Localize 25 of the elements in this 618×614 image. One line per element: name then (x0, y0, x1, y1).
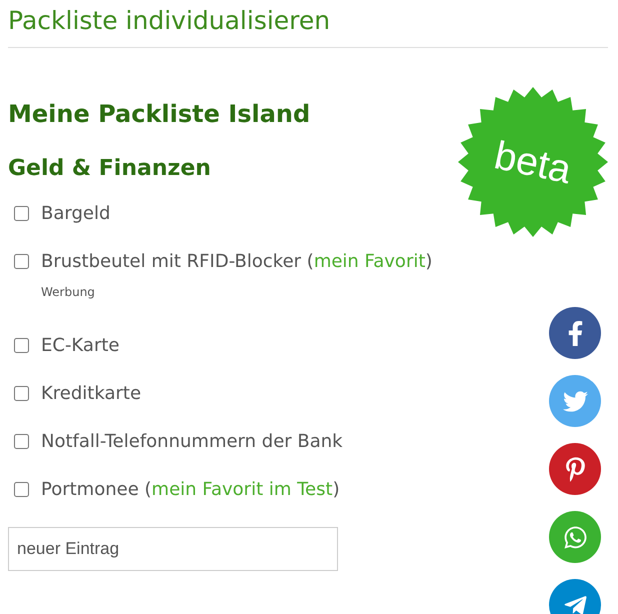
phone-bubble-icon (562, 524, 588, 550)
item-label: Notfall-Telefonnummern der Bank (41, 430, 343, 454)
item-checkbox[interactable] (14, 206, 29, 221)
twitter-share-button[interactable] (549, 375, 601, 427)
category-heading: Geld & Finanzen (8, 156, 212, 181)
favorite-link[interactable]: mein Favorit (314, 251, 426, 272)
item-checkbox[interactable] (14, 482, 29, 497)
facebook-share-button[interactable] (549, 307, 601, 359)
page-title: Packliste individualisieren (8, 0, 608, 48)
item-checkbox[interactable] (14, 254, 29, 269)
item-label: Kreditkarte (41, 382, 142, 406)
favorite-link[interactable]: mein Favorit im Test (152, 479, 333, 500)
whatsapp-share-button[interactable] (549, 511, 601, 563)
ad-note: Werbung (41, 285, 95, 299)
list-title: Meine Packliste Island (8, 100, 312, 128)
bird-icon (562, 388, 588, 414)
item-label: Portmonee (mein Favorit im Test) (41, 478, 340, 502)
item-checkbox[interactable] (14, 338, 29, 353)
item-label: EC-Karte (41, 334, 120, 358)
new-entry-field[interactable]: neuer Eintrag (8, 527, 338, 571)
item-checkbox[interactable] (14, 386, 29, 401)
item-label: Bargeld (41, 202, 110, 226)
beta-badge: beta (458, 86, 608, 238)
pinterest-share-button[interactable] (549, 443, 601, 495)
item-checkbox[interactable] (14, 434, 29, 449)
